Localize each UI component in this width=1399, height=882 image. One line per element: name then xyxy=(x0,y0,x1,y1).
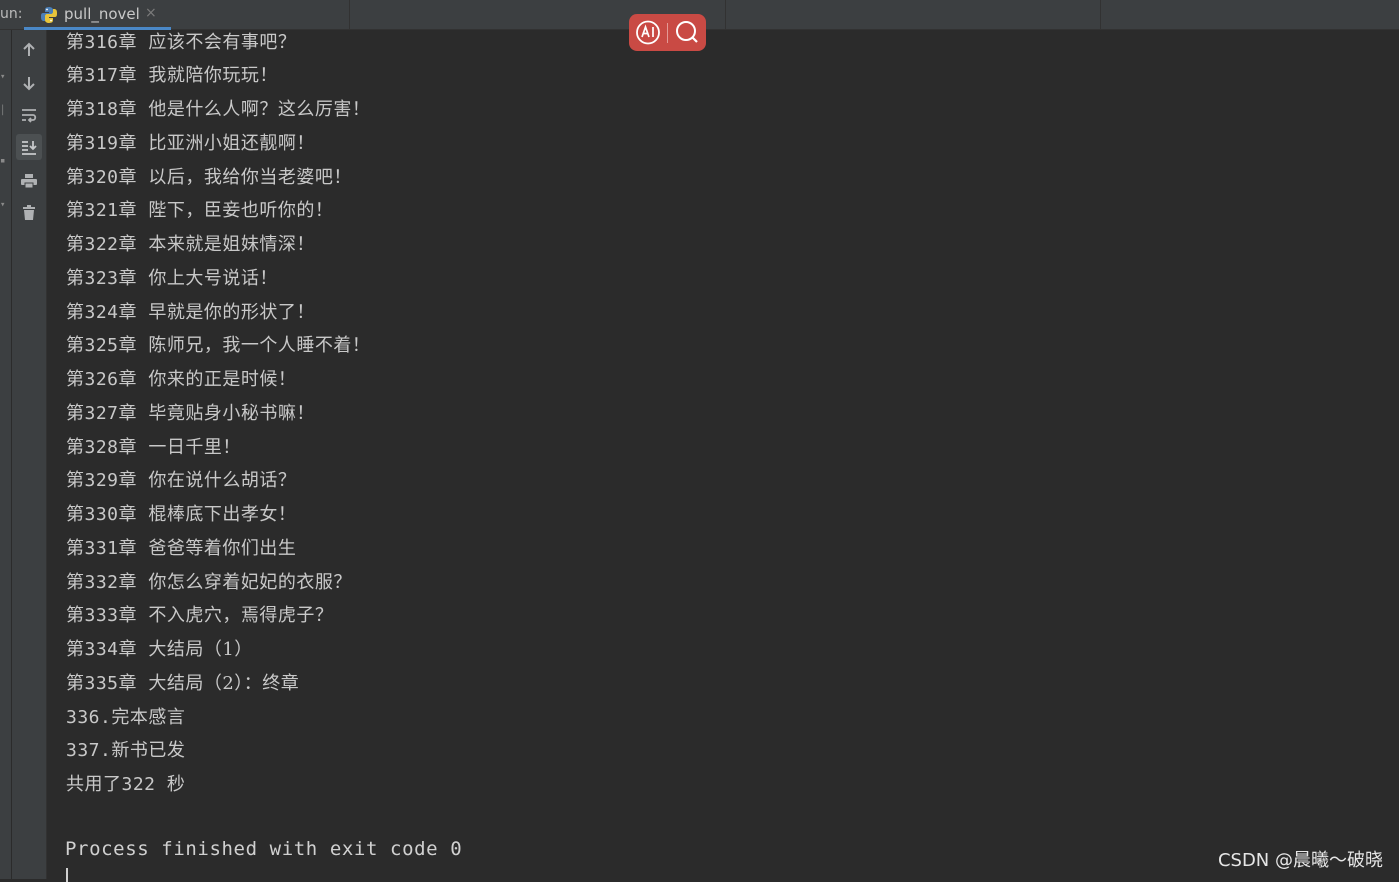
trash-icon xyxy=(23,205,35,220)
soft-wrap-button[interactable] xyxy=(16,102,42,128)
console-line: 第333章 不入虎穴，焉得虎子？ xyxy=(66,605,334,626)
console-line: 第318章 他是什么人啊？这么厉害！ xyxy=(66,99,371,120)
close-icon[interactable]: × xyxy=(145,5,157,21)
python-icon xyxy=(41,7,57,23)
search-icon[interactable] xyxy=(668,14,706,51)
console-line: 第320章 以后，我给你当老婆吧！ xyxy=(66,167,352,188)
process-exit-message: Process finished with exit code 0 xyxy=(65,838,463,860)
clear-all-button[interactable] xyxy=(16,200,42,226)
arrow-down-button[interactable] xyxy=(16,70,42,96)
console-output[interactable]: 第316章 应该不会有事吧？ 第317章 我就陪你玩玩！ 第318章 他是什么人… xyxy=(48,30,1399,882)
csdn-watermark: CSDN @晨曦～破晓 xyxy=(1217,850,1383,871)
console-line: 第324章 早就是你的形状了！ xyxy=(66,302,315,323)
scroll-to-end-icon xyxy=(22,141,37,155)
arrow-up-button[interactable] xyxy=(16,37,42,63)
edge-marker: │ xyxy=(0,106,6,116)
left-edge-strip: ▾ │ ▪ ▾ xyxy=(0,30,12,879)
ai-icon[interactable] xyxy=(629,14,667,51)
tab-title: pull_novel xyxy=(64,5,140,23)
edge-marker: ▪ xyxy=(0,156,6,166)
console-line: 共用了322 秒 xyxy=(66,774,186,795)
console-line: 第329章 你在说什么胡话？ xyxy=(66,470,297,491)
console-line: 第319章 比亚洲小姐还靓啊！ xyxy=(66,133,315,154)
scroll-to-end-button[interactable] xyxy=(16,134,42,160)
soft-wrap-icon xyxy=(22,109,37,123)
tab-pull-novel[interactable]: pull_novel × xyxy=(24,0,171,30)
console-line: 336.完本感言 xyxy=(66,707,186,728)
console-line: 第323章 你上大号说话！ xyxy=(66,268,278,289)
console-line: 第316章 应该不会有事吧？ xyxy=(66,32,297,53)
console-line: 第328章 一日千里！ xyxy=(66,437,241,458)
edge-marker: ▾ xyxy=(0,72,6,82)
console-line: 第327章 毕竟贴身小秘书嘛！ xyxy=(66,403,315,424)
tab-divider xyxy=(349,0,350,30)
console-line: 第326章 你来的正是时候！ xyxy=(66,369,297,390)
console-line: 第317章 我就陪你玩玩！ xyxy=(66,65,278,86)
console-line: 337.新书已发 xyxy=(66,740,186,761)
console-line: 第334章 大结局（1） xyxy=(66,639,253,660)
console-line: 第325章 陈师兄，我一个人睡不着！ xyxy=(66,335,371,356)
tab-divider xyxy=(1100,0,1101,30)
console-line: 第330章 棍棒底下出孝女！ xyxy=(66,504,297,525)
console-line: 第335章 大结局（2）：终章 xyxy=(66,673,300,694)
arrow-down-icon xyxy=(23,77,35,91)
tab-divider xyxy=(725,0,726,30)
floating-ai-search-widget[interactable] xyxy=(629,14,706,51)
arrow-up-icon xyxy=(23,42,35,56)
run-label: un: xyxy=(0,6,23,22)
console-line: 第321章 陛下，臣妾也听你的！ xyxy=(66,200,334,221)
print-icon xyxy=(21,174,37,189)
edge-marker: ▾ xyxy=(0,200,6,210)
console-line: 第322章 本来就是姐妹情深！ xyxy=(66,234,315,255)
console-line: 第332章 你怎么穿着妃妃的衣服？ xyxy=(66,572,352,593)
console-line: 第331章 爸爸等着你们出生 xyxy=(66,538,297,559)
text-caret xyxy=(66,868,68,882)
console-toolbar xyxy=(12,30,47,879)
print-button[interactable] xyxy=(16,168,42,194)
